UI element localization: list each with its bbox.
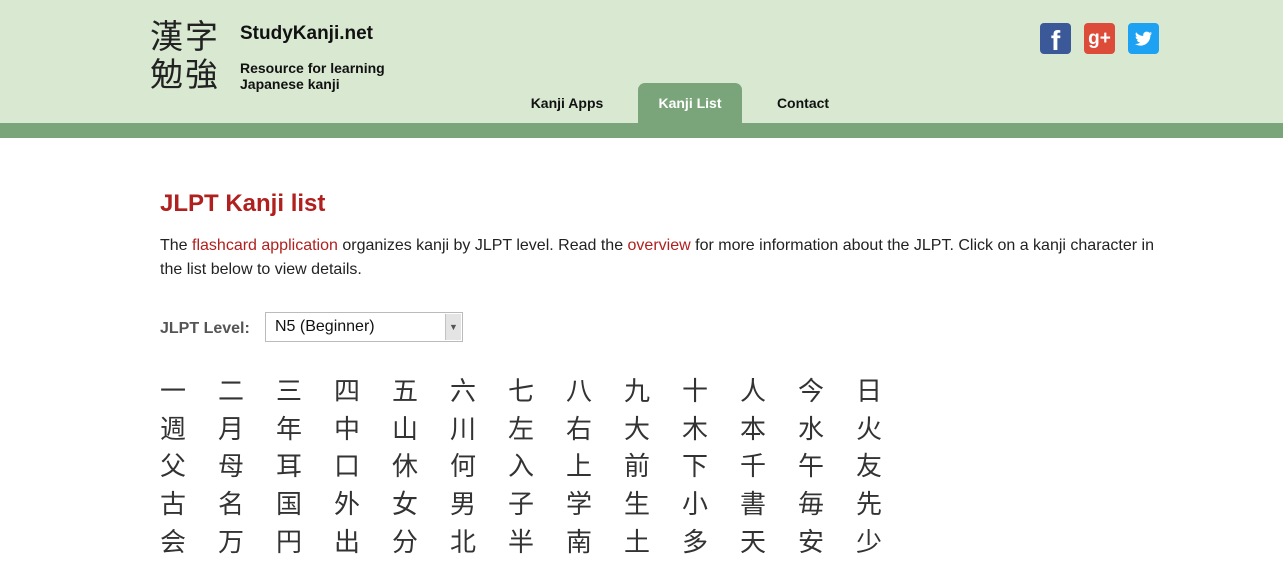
kanji-character[interactable]: 父 — [160, 449, 218, 487]
kanji-character[interactable]: 九 — [624, 374, 682, 412]
site-title[interactable]: StudyKanji.net — [240, 23, 373, 45]
kanji-character[interactable]: 火 — [856, 412, 914, 450]
kanji-character[interactable]: 木 — [682, 412, 740, 450]
kanji-character[interactable]: 日 — [856, 374, 914, 412]
kanji-character[interactable]: 万 — [218, 525, 276, 562]
kanji-character[interactable]: 生 — [624, 487, 682, 525]
kanji-character[interactable]: 分 — [392, 525, 450, 562]
kanji-character[interactable]: 年 — [276, 412, 334, 450]
site-header: 漢字 勉強 StudyKanji.net Resource for learni… — [0, 0, 1283, 123]
kanji-character[interactable]: 出 — [334, 525, 392, 562]
kanji-character[interactable]: 月 — [218, 412, 276, 450]
facebook-icon[interactable]: f — [1040, 23, 1071, 56]
page-title: JLPT Kanji list — [160, 190, 326, 217]
kanji-character[interactable]: 書 — [740, 487, 798, 525]
kanji-character[interactable]: 右 — [566, 412, 624, 450]
logo-line-1: 漢字 — [150, 17, 220, 56]
kanji-character[interactable]: 週 — [160, 412, 218, 450]
intro-text-2: organizes kanji by JLPT level. Read the — [337, 237, 628, 254]
intro-text: The flashcard application organizes kanj… — [160, 234, 1160, 282]
jlpt-level-selected-value: N5 (Beginner) — [275, 318, 375, 335]
kanji-character[interactable]: 男 — [450, 487, 508, 525]
kanji-character[interactable]: 八 — [566, 374, 624, 412]
kanji-character[interactable]: 母 — [218, 449, 276, 487]
kanji-character[interactable]: 外 — [334, 487, 392, 525]
kanji-character[interactable]: 友 — [856, 449, 914, 487]
kanji-character[interactable]: 女 — [392, 487, 450, 525]
kanji-character[interactable]: 子 — [508, 487, 566, 525]
chevron-down-icon[interactable]: ▼ — [445, 314, 461, 340]
kanji-character[interactable]: 口 — [334, 449, 392, 487]
kanji-character[interactable]: 四 — [334, 374, 392, 412]
kanji-character[interactable]: 山 — [392, 412, 450, 450]
googleplus-icon[interactable]: g+ — [1084, 23, 1115, 54]
intro-text-1: The — [160, 237, 193, 254]
kanji-grid: 一二三四五六七八九十人今日週月年中山川左右大木本水火父母耳口休何入上前下千午友古… — [160, 374, 920, 562]
kanji-character[interactable]: 入 — [508, 449, 566, 487]
kanji-character[interactable]: 天 — [740, 525, 798, 562]
kanji-character[interactable]: 南 — [566, 525, 624, 562]
nav-kanji-apps[interactable]: Kanji Apps — [515, 83, 619, 123]
kanji-character[interactable]: 多 — [682, 525, 740, 562]
kanji-character[interactable]: 国 — [276, 487, 334, 525]
kanji-character[interactable]: 人 — [740, 374, 798, 412]
kanji-character[interactable]: 水 — [798, 412, 856, 450]
kanji-character[interactable]: 下 — [682, 449, 740, 487]
kanji-character[interactable]: 二 — [218, 374, 276, 412]
overview-link[interactable]: overview — [628, 237, 691, 254]
kanji-character[interactable]: 午 — [798, 449, 856, 487]
kanji-character[interactable]: 名 — [218, 487, 276, 525]
kanji-character[interactable]: 安 — [798, 525, 856, 562]
logo-line-2: 勉強 — [150, 55, 220, 94]
kanji-character[interactable]: 古 — [160, 487, 218, 525]
kanji-character[interactable]: 土 — [624, 525, 682, 562]
kanji-character[interactable]: 千 — [740, 449, 798, 487]
kanji-character[interactable]: 半 — [508, 525, 566, 562]
kanji-character[interactable]: 少 — [856, 525, 914, 562]
kanji-character[interactable]: 三 — [276, 374, 334, 412]
site-logo[interactable]: 漢字 勉強 — [150, 18, 224, 94]
kanji-character[interactable]: 一 — [160, 374, 218, 412]
header-divider-bar — [0, 123, 1283, 138]
kanji-character[interactable]: 休 — [392, 449, 450, 487]
kanji-character[interactable]: 中 — [334, 412, 392, 450]
nav-contact[interactable]: Contact — [757, 83, 849, 123]
kanji-character[interactable]: 何 — [450, 449, 508, 487]
kanji-character[interactable]: 今 — [798, 374, 856, 412]
kanji-character[interactable]: 前 — [624, 449, 682, 487]
kanji-character[interactable]: 上 — [566, 449, 624, 487]
twitter-icon[interactable] — [1128, 23, 1159, 54]
kanji-character[interactable]: 十 — [682, 374, 740, 412]
kanji-character[interactable]: 五 — [392, 374, 450, 412]
jlpt-level-select[interactable]: N5 (Beginner) ▼ — [265, 312, 463, 342]
kanji-character[interactable]: 耳 — [276, 449, 334, 487]
nav-kanji-list[interactable]: Kanji List — [638, 83, 742, 123]
kanji-character[interactable]: 七 — [508, 374, 566, 412]
flashcard-application-link[interactable]: flashcard application — [192, 237, 338, 254]
kanji-character[interactable]: 北 — [450, 525, 508, 562]
kanji-character[interactable]: 学 — [566, 487, 624, 525]
kanji-character[interactable]: 六 — [450, 374, 508, 412]
site-tagline: Resource for learning Japanese kanji — [240, 60, 385, 92]
kanji-character[interactable]: 先 — [856, 487, 914, 525]
kanji-character[interactable]: 大 — [624, 412, 682, 450]
jlpt-level-label: JLPT Level: — [160, 320, 250, 337]
kanji-character[interactable]: 小 — [682, 487, 740, 525]
kanji-character[interactable]: 円 — [276, 525, 334, 562]
kanji-character[interactable]: 本 — [740, 412, 798, 450]
kanji-character[interactable]: 左 — [508, 412, 566, 450]
kanji-character[interactable]: 毎 — [798, 487, 856, 525]
kanji-character[interactable]: 川 — [450, 412, 508, 450]
kanji-character[interactable]: 会 — [160, 525, 218, 562]
